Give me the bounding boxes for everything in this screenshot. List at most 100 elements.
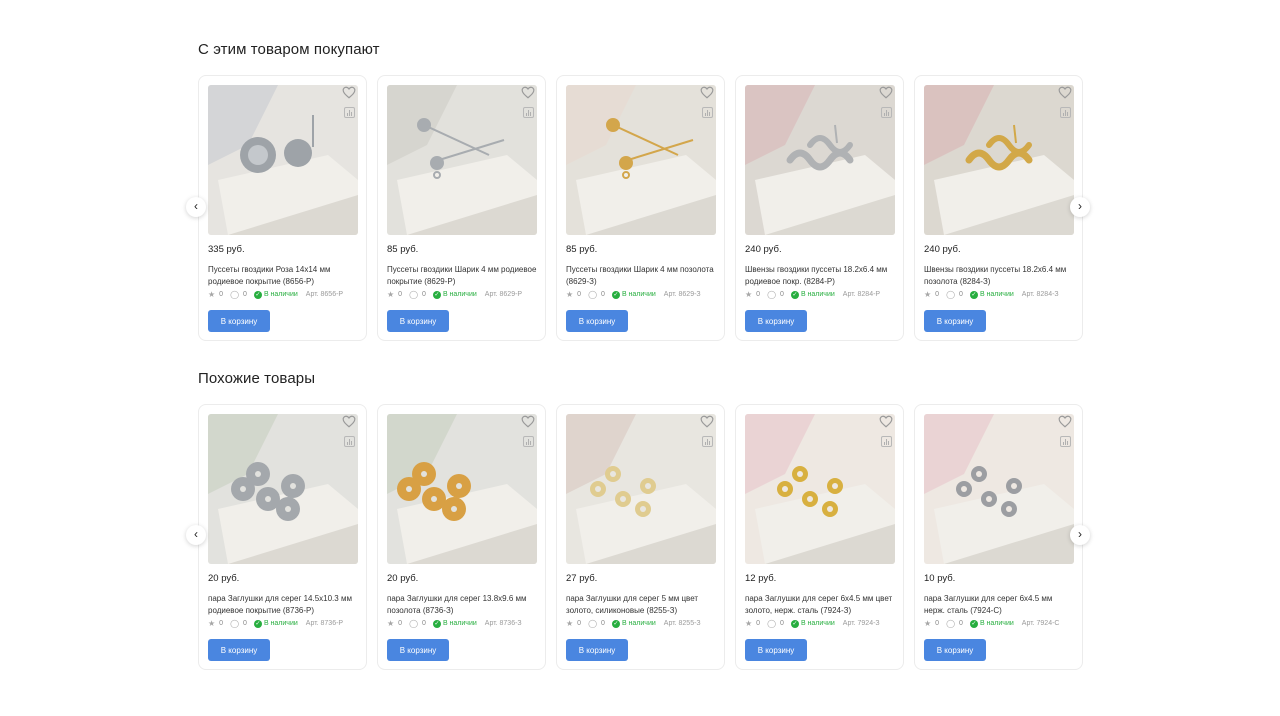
product-image[interactable]	[208, 414, 358, 564]
comment-icon: ◯	[409, 290, 419, 299]
product-card[interactable]: 12 руб. пара Заглушки для серег 6х4.5 мм…	[735, 404, 904, 670]
product-card[interactable]: 27 руб. пара Заглушки для серег 5 мм цве…	[556, 404, 725, 670]
stock-label: В наличии	[800, 291, 835, 298]
carousel-next-arrow[interactable]: ›	[1070, 197, 1090, 217]
heart-icon[interactable]	[1058, 415, 1072, 428]
product-name[interactable]: пара Заглушки для серег 14.5х10.3 мм род…	[208, 593, 358, 617]
heart-icon[interactable]	[700, 86, 714, 99]
product-card[interactable]: 240 руб. Швензы гвоздики пуссеты 18.2х6.…	[735, 75, 904, 341]
compare-chart-icon[interactable]	[1060, 436, 1071, 447]
product-name[interactable]: Пуссеты гвоздики Шарик 4 мм родиевое пок…	[387, 264, 537, 288]
product-image[interactable]	[566, 414, 716, 564]
product-meta: ★ 0 ◯ 0 ✓ В наличии Арт. 8629-З	[566, 290, 701, 299]
product-image[interactable]	[208, 85, 358, 235]
rating-count: 0	[398, 620, 403, 627]
stock-label: В наличии	[442, 620, 477, 627]
product-image[interactable]	[924, 85, 1074, 235]
product-card[interactable]: 10 руб. пара Заглушки для серег 6х4.5 мм…	[914, 404, 1083, 670]
add-to-cart-button[interactable]: В корзину	[924, 310, 986, 332]
product-name[interactable]: пара Заглушки для серег 6х4.5 мм нерж. с…	[924, 593, 1074, 617]
product-image[interactable]	[566, 85, 716, 235]
compare-chart-icon[interactable]	[344, 436, 355, 447]
product-name[interactable]: Пуссеты гвоздики Роза 14х14 мм родиевое …	[208, 264, 358, 288]
star-icon: ★	[924, 619, 932, 628]
add-to-cart-button[interactable]: В корзину	[745, 639, 807, 661]
product-cards: 335 руб. Пуссеты гвоздики Роза 14х14 мм …	[198, 75, 1083, 341]
add-to-cart-button[interactable]: В корзину	[924, 639, 986, 661]
heart-icon[interactable]	[342, 415, 356, 428]
product-price: 335 руб.	[208, 244, 245, 255]
heart-icon[interactable]	[521, 86, 535, 99]
comment-icon: ◯	[767, 619, 777, 628]
compare-chart-icon[interactable]	[702, 436, 713, 447]
stock-label: В наличии	[263, 291, 298, 298]
heart-icon[interactable]	[1058, 86, 1072, 99]
article-number: Арт. 8629-Р	[484, 291, 523, 298]
heart-icon[interactable]	[879, 86, 893, 99]
carousel-prev-arrow[interactable]: ‹	[186, 525, 206, 545]
stock-status: ✓ В наличии	[253, 619, 298, 628]
stock-label: В наличии	[621, 620, 656, 627]
star-icon: ★	[566, 290, 574, 299]
add-to-cart-button[interactable]: В корзину	[387, 639, 449, 661]
rating-count: 0	[935, 620, 940, 627]
product-name[interactable]: пара Заглушки для серег 5 мм цвет золото…	[566, 593, 716, 617]
article-number: Арт. 8284-Р	[842, 291, 881, 298]
compare-chart-icon[interactable]	[523, 107, 534, 118]
reviews-count: 0	[422, 620, 426, 627]
star-icon: ★	[208, 290, 216, 299]
article-number: Арт. 8736-З	[484, 620, 522, 627]
product-meta: ★ 0 ◯ 0 ✓ В наличии Арт. 7924-З	[745, 619, 880, 628]
heart-icon[interactable]	[700, 415, 714, 428]
product-name[interactable]: пара Заглушки для серег 13.8х9.6 мм позо…	[387, 593, 537, 617]
rating-count: 0	[577, 291, 582, 298]
product-image[interactable]	[745, 85, 895, 235]
stock-label: В наличии	[979, 291, 1014, 298]
product-image[interactable]	[745, 414, 895, 564]
stock-label: В наличии	[263, 620, 298, 627]
heart-icon[interactable]	[521, 415, 535, 428]
product-name[interactable]: пара Заглушки для серег 6х4.5 мм цвет зо…	[745, 593, 895, 617]
product-name[interactable]: Пуссеты гвоздики Шарик 4 мм позолота (86…	[566, 264, 716, 288]
compare-chart-icon[interactable]	[881, 436, 892, 447]
compare-chart-icon[interactable]	[344, 107, 355, 118]
add-to-cart-button[interactable]: В корзину	[208, 639, 270, 661]
product-name[interactable]: Швензы гвоздики пуссеты 18.2х6.4 мм позо…	[924, 264, 1074, 288]
silver-wave-stud-earrings-illustration	[745, 85, 895, 235]
product-image[interactable]	[387, 414, 537, 564]
comment-icon: ◯	[946, 619, 956, 628]
product-card[interactable]: 20 руб. пара Заглушки для серег 13.8х9.6…	[377, 404, 546, 670]
check-circle-icon: ✓	[611, 290, 620, 299]
add-to-cart-button[interactable]: В корзину	[566, 639, 628, 661]
add-to-cart-button[interactable]: В корзину	[566, 310, 628, 332]
check-circle-icon: ✓	[253, 290, 262, 299]
product-card[interactable]: 85 руб. Пуссеты гвоздики Шарик 4 мм роди…	[377, 75, 546, 341]
add-to-cart-button[interactable]: В корзину	[387, 310, 449, 332]
compare-chart-icon[interactable]	[881, 107, 892, 118]
product-card[interactable]: 240 руб. Швензы гвоздики пуссеты 18.2х6.…	[914, 75, 1083, 341]
product-card[interactable]: 335 руб. Пуссеты гвоздики Роза 14х14 мм …	[198, 75, 367, 341]
carousel-prev-arrow[interactable]: ‹	[186, 197, 206, 217]
product-name[interactable]: Швензы гвоздики пуссеты 18.2х6.4 мм роди…	[745, 264, 895, 288]
compare-chart-icon[interactable]	[1060, 107, 1071, 118]
add-to-cart-button[interactable]: В корзину	[208, 310, 270, 332]
heart-icon[interactable]	[879, 415, 893, 428]
product-price: 20 руб.	[208, 573, 240, 584]
product-card[interactable]: 85 руб. Пуссеты гвоздики Шарик 4 мм позо…	[556, 75, 725, 341]
stock-label: В наличии	[800, 620, 835, 627]
product-image[interactable]	[387, 85, 537, 235]
stock-label: В наличии	[621, 291, 656, 298]
heart-icon[interactable]	[342, 86, 356, 99]
reviews-count: 0	[243, 620, 247, 627]
product-card[interactable]: 20 руб. пара Заглушки для серег 14.5х10.…	[198, 404, 367, 670]
silver-heart-earring-backs-illustration	[208, 414, 358, 564]
add-to-cart-button[interactable]: В корзину	[745, 310, 807, 332]
carousel-next-arrow[interactable]: ›	[1070, 525, 1090, 545]
gold-ball-stud-earrings-illustration	[566, 85, 716, 235]
product-image[interactable]	[924, 414, 1074, 564]
silver-butterfly-earring-backs-illustration	[924, 414, 1074, 564]
compare-chart-icon[interactable]	[523, 436, 534, 447]
compare-chart-icon[interactable]	[702, 107, 713, 118]
check-circle-icon: ✓	[253, 619, 262, 628]
gold-wave-stud-earrings-illustration	[924, 85, 1074, 235]
